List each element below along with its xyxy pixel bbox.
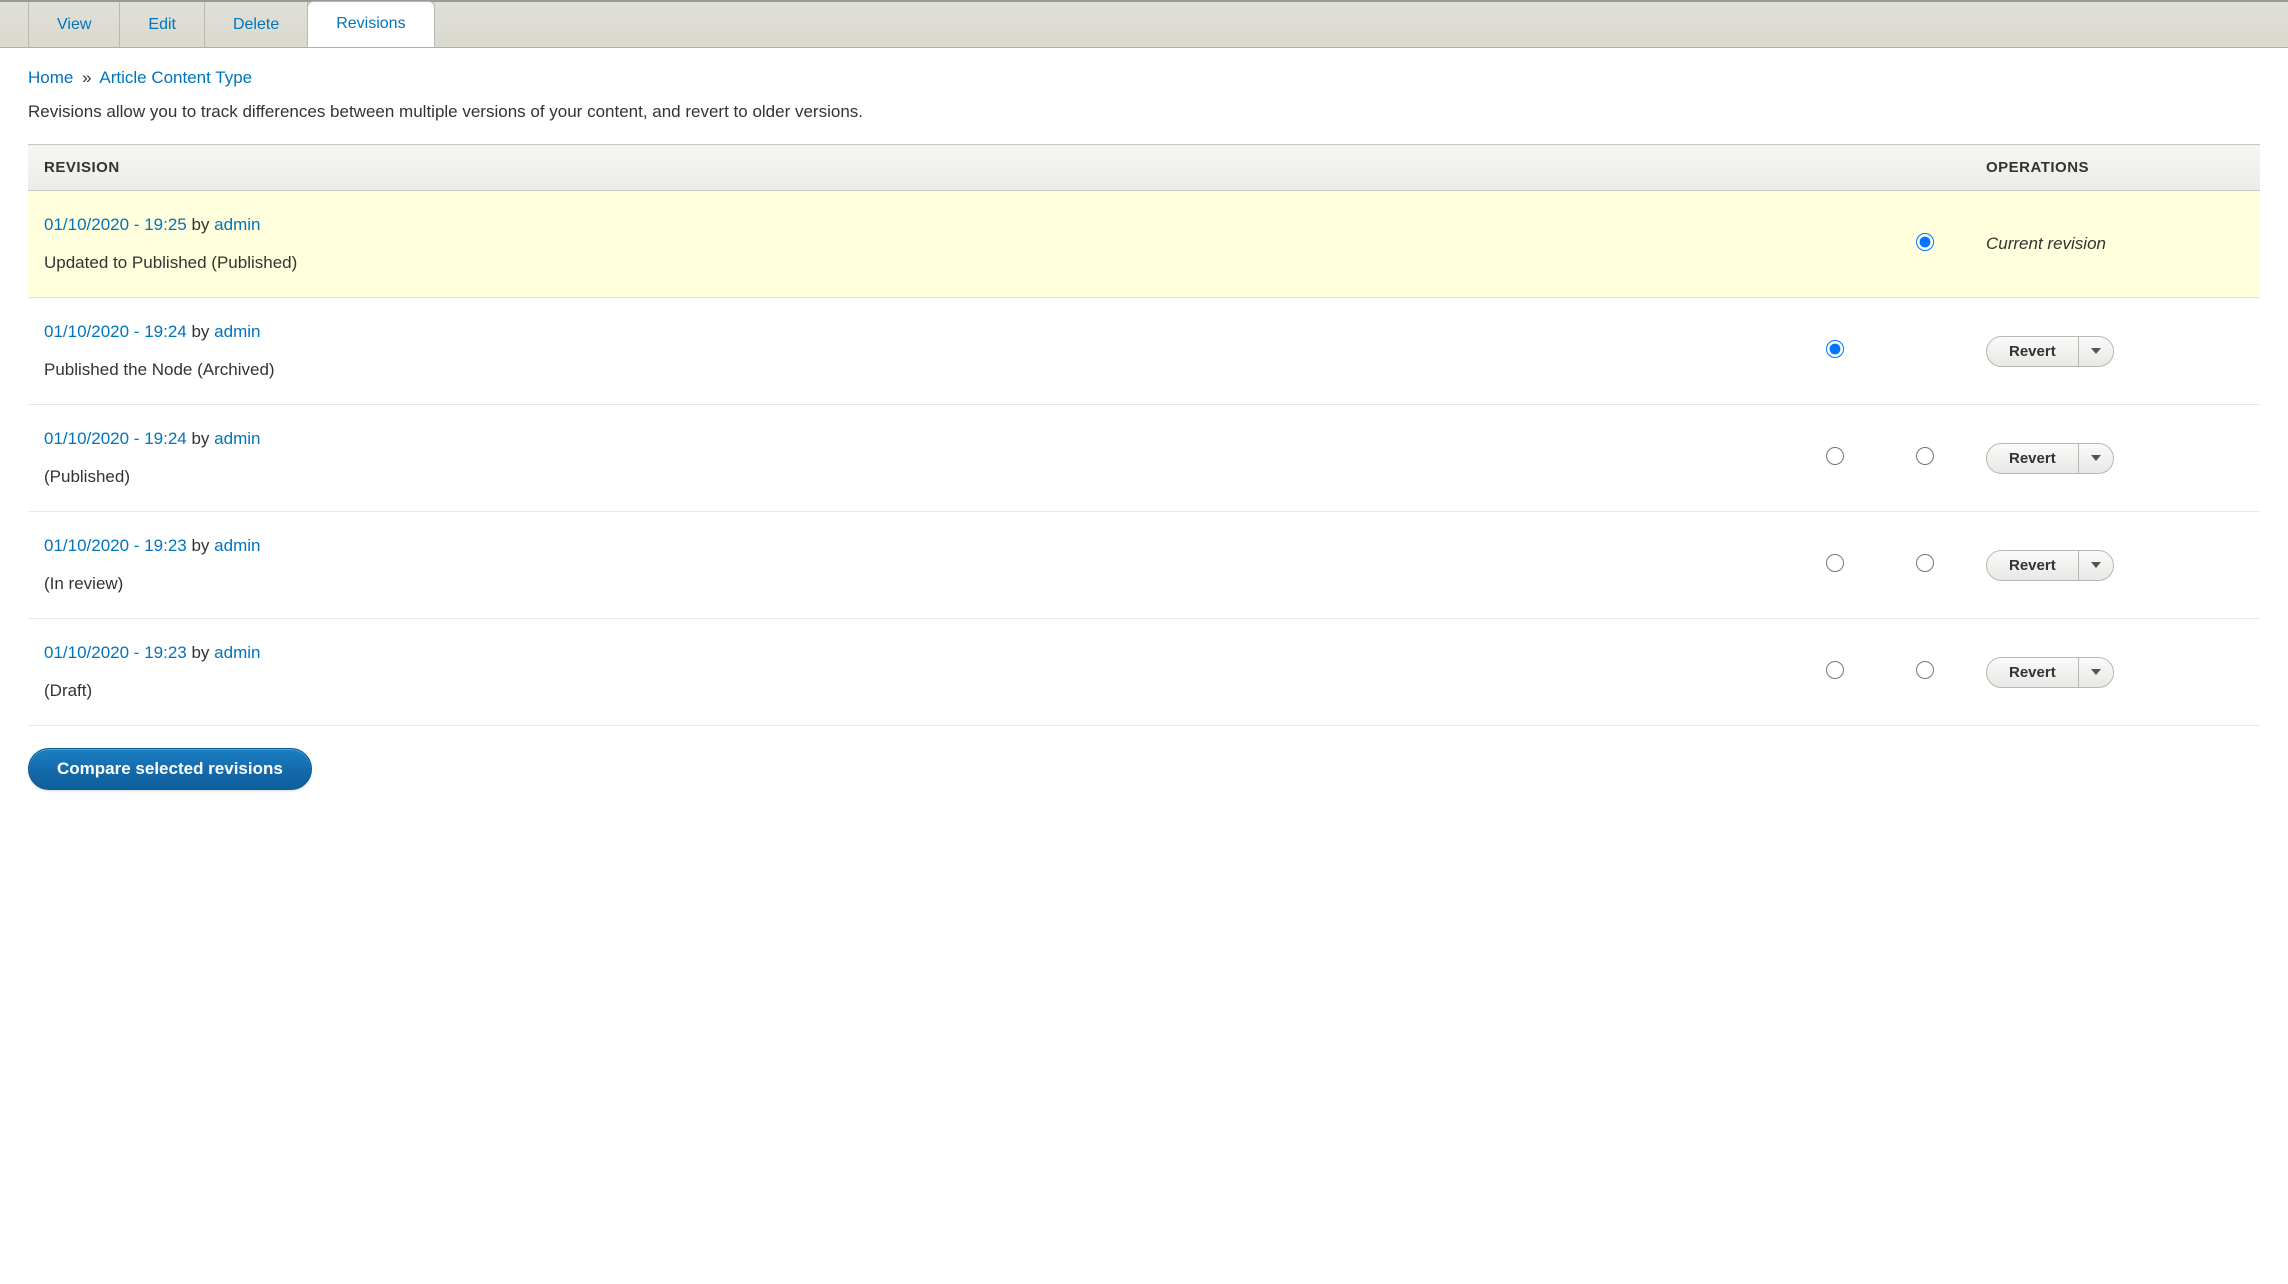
page-description: Revisions allow you to track differences…: [28, 102, 2260, 122]
revision-note: Updated to Published (Published): [44, 253, 1774, 273]
revision-note: (Published): [44, 467, 1774, 487]
revision-note: (Draft): [44, 681, 1774, 701]
operations-cell: Current revision: [1970, 191, 2260, 298]
revert-button[interactable]: Revert: [1987, 658, 2079, 687]
compare-radio-right[interactable]: [1916, 554, 1934, 572]
revision-info: 01/10/2020 - 19:24 by admin Published th…: [28, 298, 1790, 405]
compare-radio-right[interactable]: [1916, 447, 1934, 465]
revision-author-link[interactable]: admin: [214, 429, 260, 448]
tab-revisions[interactable]: Revisions: [307, 1, 434, 47]
by-text: by: [191, 536, 209, 555]
chevron-down-icon: [2091, 562, 2101, 568]
by-text: by: [191, 429, 209, 448]
compare-radio-left[interactable]: [1826, 554, 1844, 572]
table-row: 01/10/2020 - 19:23 by admin (Draft) Reve…: [28, 619, 2260, 726]
revert-dropdown-toggle[interactable]: [2079, 444, 2113, 473]
by-text: by: [191, 322, 209, 341]
table-row: 01/10/2020 - 19:23 by admin (In review) …: [28, 512, 2260, 619]
current-revision-label: Current revision: [1986, 234, 2106, 253]
content-area: Home » Article Content Type Revisions al…: [0, 48, 2288, 830]
revert-button-group: Revert: [1986, 550, 2114, 581]
revision-datetime-link[interactable]: 01/10/2020 - 19:23: [44, 643, 187, 662]
revision-info: 01/10/2020 - 19:23 by admin (In review): [28, 512, 1790, 619]
revert-dropdown-toggle[interactable]: [2079, 337, 2113, 366]
compare-radio-right[interactable]: [1916, 233, 1934, 251]
breadcrumb: Home » Article Content Type: [28, 68, 2260, 88]
revision-datetime-link[interactable]: 01/10/2020 - 19:23: [44, 536, 187, 555]
revert-button-group: Revert: [1986, 336, 2114, 367]
by-text: by: [191, 643, 209, 662]
revision-note: (In review): [44, 574, 1774, 594]
tabs-bar: View Edit Delete Revisions: [0, 0, 2288, 48]
table-row: 01/10/2020 - 19:24 by admin Published th…: [28, 298, 2260, 405]
col-header-radio-a: [1790, 145, 1880, 191]
radio-cell-b: [1880, 191, 1970, 298]
revision-info: 01/10/2020 - 19:25 by admin Updated to P…: [28, 191, 1790, 298]
revert-button[interactable]: Revert: [1987, 337, 2079, 366]
col-header-revision: REVISION: [28, 145, 1790, 191]
chevron-down-icon: [2091, 348, 2101, 354]
breadcrumb-separator: »: [82, 68, 91, 87]
tab-delete[interactable]: Delete: [204, 2, 308, 47]
breadcrumb-title[interactable]: Article Content Type: [99, 68, 252, 87]
compare-radio-left[interactable]: [1826, 340, 1844, 358]
compare-selected-revisions-button[interactable]: Compare selected revisions: [28, 748, 312, 790]
revision-datetime-link[interactable]: 01/10/2020 - 19:25: [44, 215, 187, 234]
revert-button-group: Revert: [1986, 657, 2114, 688]
revision-info: 01/10/2020 - 19:24 by admin (Published): [28, 405, 1790, 512]
chevron-down-icon: [2091, 455, 2101, 461]
breadcrumb-home[interactable]: Home: [28, 68, 73, 87]
compare-radio-right[interactable]: [1916, 661, 1934, 679]
revision-author-link[interactable]: admin: [214, 322, 260, 341]
revision-author-link[interactable]: admin: [214, 643, 260, 662]
revision-author-link[interactable]: admin: [214, 536, 260, 555]
revision-info: 01/10/2020 - 19:23 by admin (Draft): [28, 619, 1790, 726]
radio-cell-a: [1790, 191, 1880, 298]
revert-dropdown-toggle[interactable]: [2079, 658, 2113, 687]
revert-button[interactable]: Revert: [1987, 444, 2079, 473]
revision-datetime-link[interactable]: 01/10/2020 - 19:24: [44, 322, 187, 341]
revisions-table: REVISION OPERATIONS 01/10/2020 - 19:25 b…: [28, 144, 2260, 726]
revision-datetime-link[interactable]: 01/10/2020 - 19:24: [44, 429, 187, 448]
revision-author-link[interactable]: admin: [214, 215, 260, 234]
tab-view[interactable]: View: [28, 2, 120, 47]
tab-edit[interactable]: Edit: [119, 2, 205, 47]
chevron-down-icon: [2091, 669, 2101, 675]
table-row: 01/10/2020 - 19:24 by admin (Published) …: [28, 405, 2260, 512]
by-text: by: [191, 215, 209, 234]
col-header-radio-b: [1880, 145, 1970, 191]
revert-button-group: Revert: [1986, 443, 2114, 474]
revert-button[interactable]: Revert: [1987, 551, 2079, 580]
col-header-operations: OPERATIONS: [1970, 145, 2260, 191]
table-row: 01/10/2020 - 19:25 by admin Updated to P…: [28, 191, 2260, 298]
revision-note: Published the Node (Archived): [44, 360, 1774, 380]
revert-dropdown-toggle[interactable]: [2079, 551, 2113, 580]
compare-radio-left[interactable]: [1826, 447, 1844, 465]
compare-radio-left[interactable]: [1826, 661, 1844, 679]
